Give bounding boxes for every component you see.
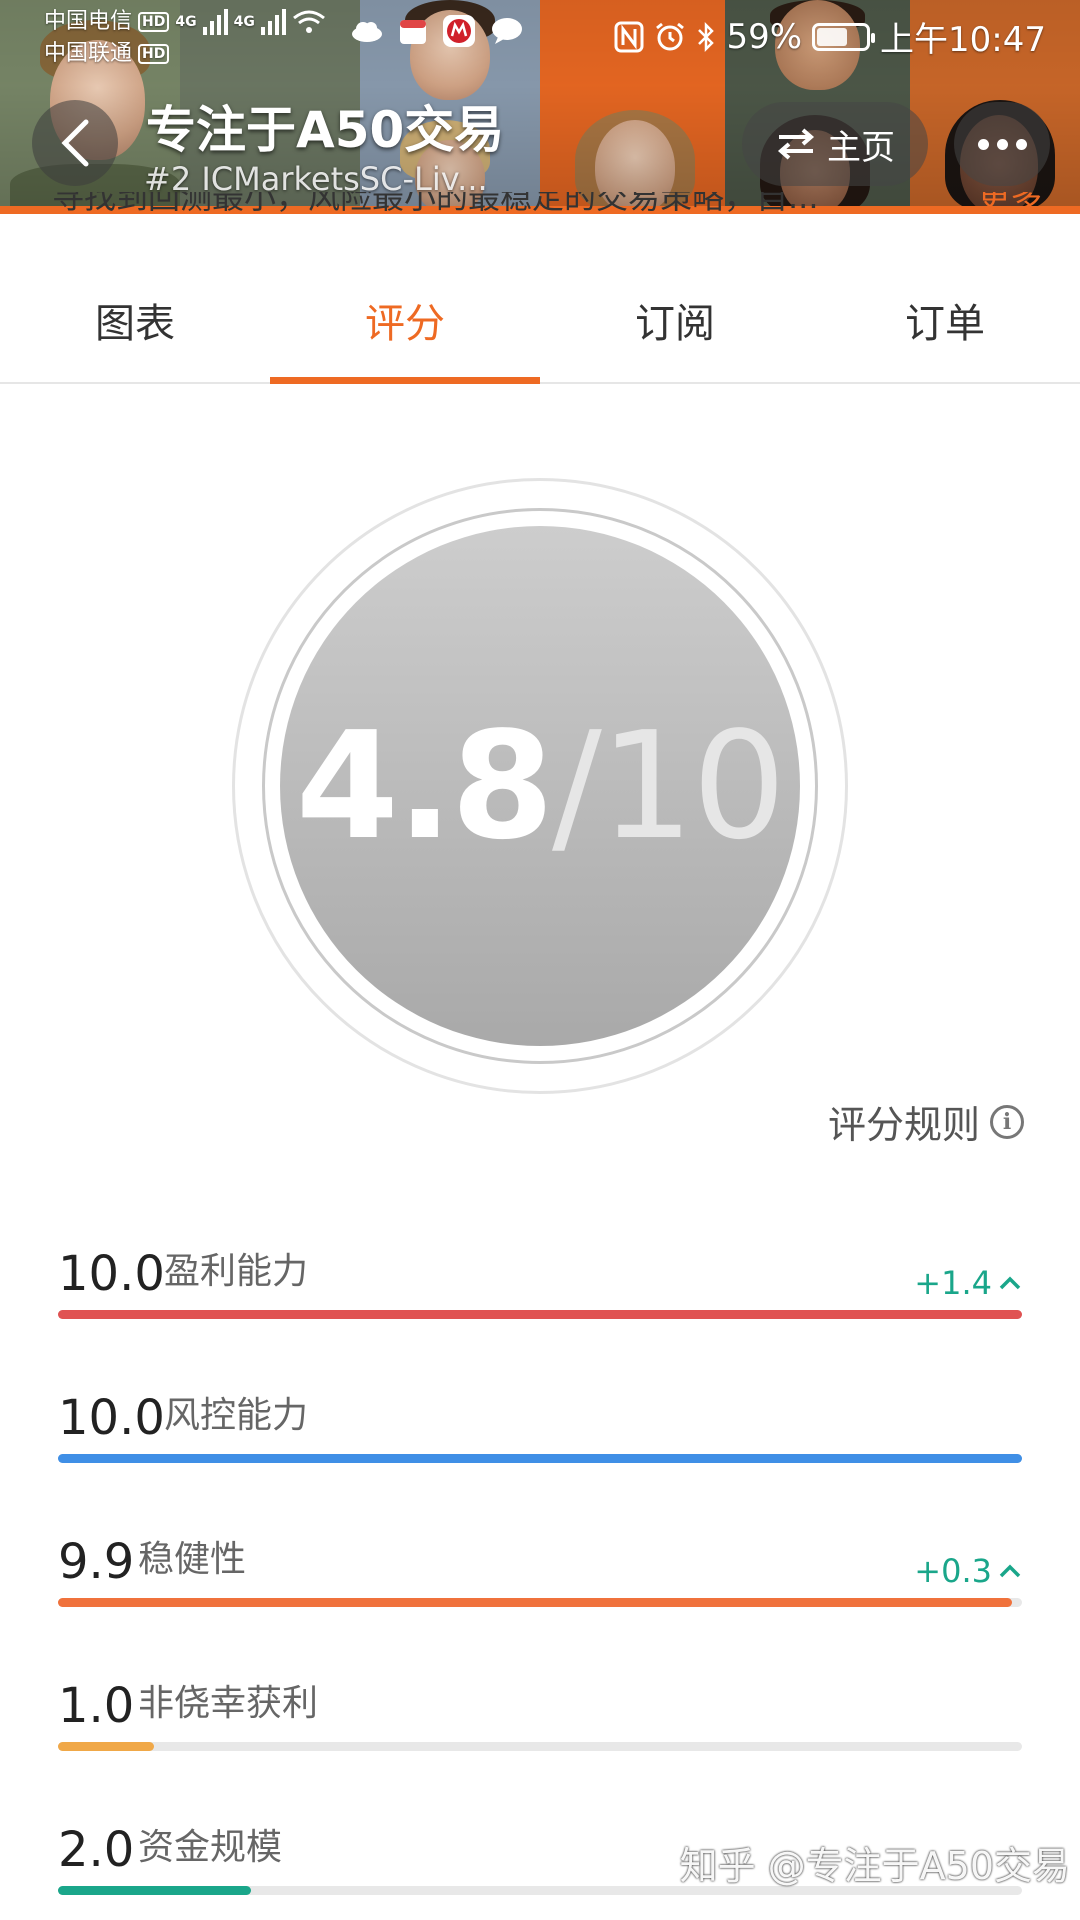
- description-preview: 寻找到回测最小，风险最小的最稳定的交易策略，自... 更多: [52, 192, 1042, 226]
- metric-value: 2.0: [58, 1822, 135, 1878]
- back-button[interactable]: [32, 100, 118, 186]
- network-type-1: 4G: [175, 14, 197, 30]
- metric-delta-value: +1.4: [914, 1264, 992, 1302]
- metric-label: 风控能力: [164, 1395, 309, 1436]
- metric-row: 9.9 稳健性 +0.3: [58, 1520, 1022, 1607]
- home-button-label: 主页: [827, 127, 895, 168]
- metric-row: 1.0 非侥幸获利: [58, 1664, 1022, 1751]
- wifi-icon: [292, 10, 325, 33]
- more-dot-icon: [996, 138, 1008, 150]
- battery-percent: 59%: [726, 16, 803, 57]
- tab-rating[interactable]: 评分: [270, 272, 540, 384]
- tab-chart[interactable]: 图表: [0, 272, 270, 382]
- notification-icons: [350, 14, 524, 48]
- description-text: 寻找到回测最小，风险最小的最稳定的交易策略，自...: [52, 192, 819, 216]
- rating-rules-link[interactable]: 评分规则 i: [828, 1094, 1024, 1149]
- score-value: 4.8: [295, 700, 554, 872]
- more-dot-icon: [977, 138, 989, 150]
- app-notification-icon: [400, 20, 426, 44]
- metric-row: 10.0 风控能力: [58, 1376, 1022, 1463]
- more-link[interactable]: 更多: [978, 192, 1042, 218]
- metric-bar-track: [58, 1310, 1022, 1319]
- tab-orders[interactable]: 订单: [810, 272, 1080, 382]
- metric-bar-fill: [58, 1742, 155, 1751]
- hd-badge: HD: [138, 44, 170, 64]
- watermark: 知乎 @专注于A50交易: [679, 1844, 1070, 1888]
- carrier-1: 中国电信: [44, 9, 133, 34]
- clock: 上午10:47: [880, 20, 1046, 60]
- chevron-left-icon: [61, 119, 89, 167]
- chevron-up-icon: [999, 1564, 1021, 1578]
- chevron-up-icon: [999, 1276, 1021, 1290]
- metric-bar-fill: [58, 1886, 251, 1895]
- signal-icon: [202, 9, 228, 35]
- rating-rules-label: 评分规则: [827, 1103, 980, 1147]
- header-banner: 中国电信 HD 4G 4G 中国联通 HD 59% 上午10:47 专注于A50…: [0, 0, 1080, 214]
- cloud-icon: [352, 22, 382, 42]
- hd-badge: HD: [138, 12, 170, 32]
- status-bar-right: 59% 上午10:47: [614, 12, 1046, 61]
- more-options-button[interactable]: [954, 102, 1050, 186]
- score-disk: 4.8/10: [280, 526, 800, 1046]
- metric-value: 1.0: [58, 1678, 135, 1734]
- metric-bar-track: [58, 1454, 1022, 1463]
- metric-delta: +1.4: [914, 1264, 1022, 1302]
- chat-icon: [492, 18, 522, 44]
- page-title: 专注于A50交易: [146, 101, 505, 159]
- bank-app-icon: [443, 15, 475, 47]
- metric-row: 10.0 盈利能力 +1.4: [58, 1232, 1022, 1319]
- bluetooth-icon: [698, 21, 715, 52]
- tab-subscribe[interactable]: 订阅: [540, 272, 810, 382]
- signal-icon: [260, 9, 286, 35]
- metric-bar-track: [58, 1742, 1022, 1751]
- status-bar-carriers: 中国电信 HD 4G 4G 中国联通 HD: [44, 6, 326, 70]
- info-icon: i: [990, 1104, 1024, 1139]
- network-type-2: 4G: [233, 14, 255, 30]
- overall-score: 4.8/10: [295, 700, 786, 872]
- metric-delta: +0.3: [914, 1552, 1022, 1590]
- swap-arrows-icon: [777, 128, 815, 160]
- metric-bar-fill: [58, 1598, 1013, 1607]
- metric-delta-value: +0.3: [914, 1552, 992, 1590]
- metric-bar-fill: [58, 1310, 1022, 1319]
- nfc-icon: [614, 21, 644, 52]
- battery-icon: [812, 22, 876, 51]
- more-dot-icon: [1015, 138, 1027, 150]
- tab-bar: 图表 评分 订阅 订单: [0, 272, 1080, 384]
- score-max: /10: [552, 700, 786, 872]
- alarm-icon: [656, 22, 685, 50]
- metric-bar-track: [58, 1598, 1022, 1607]
- carrier-2: 中国联通: [44, 41, 133, 66]
- metric-label: 资金规模: [138, 1827, 283, 1868]
- metric-value: 10.0: [58, 1390, 165, 1446]
- metric-label: 非侥幸获利: [138, 1683, 319, 1724]
- metric-bar-fill: [58, 1454, 1022, 1463]
- metric-value: 9.9: [58, 1534, 135, 1590]
- metric-value: 10.0: [58, 1246, 165, 1302]
- home-button[interactable]: 主页: [742, 102, 928, 186]
- metric-label: 盈利能力: [164, 1251, 309, 1292]
- metric-label: 稳健性: [138, 1539, 247, 1580]
